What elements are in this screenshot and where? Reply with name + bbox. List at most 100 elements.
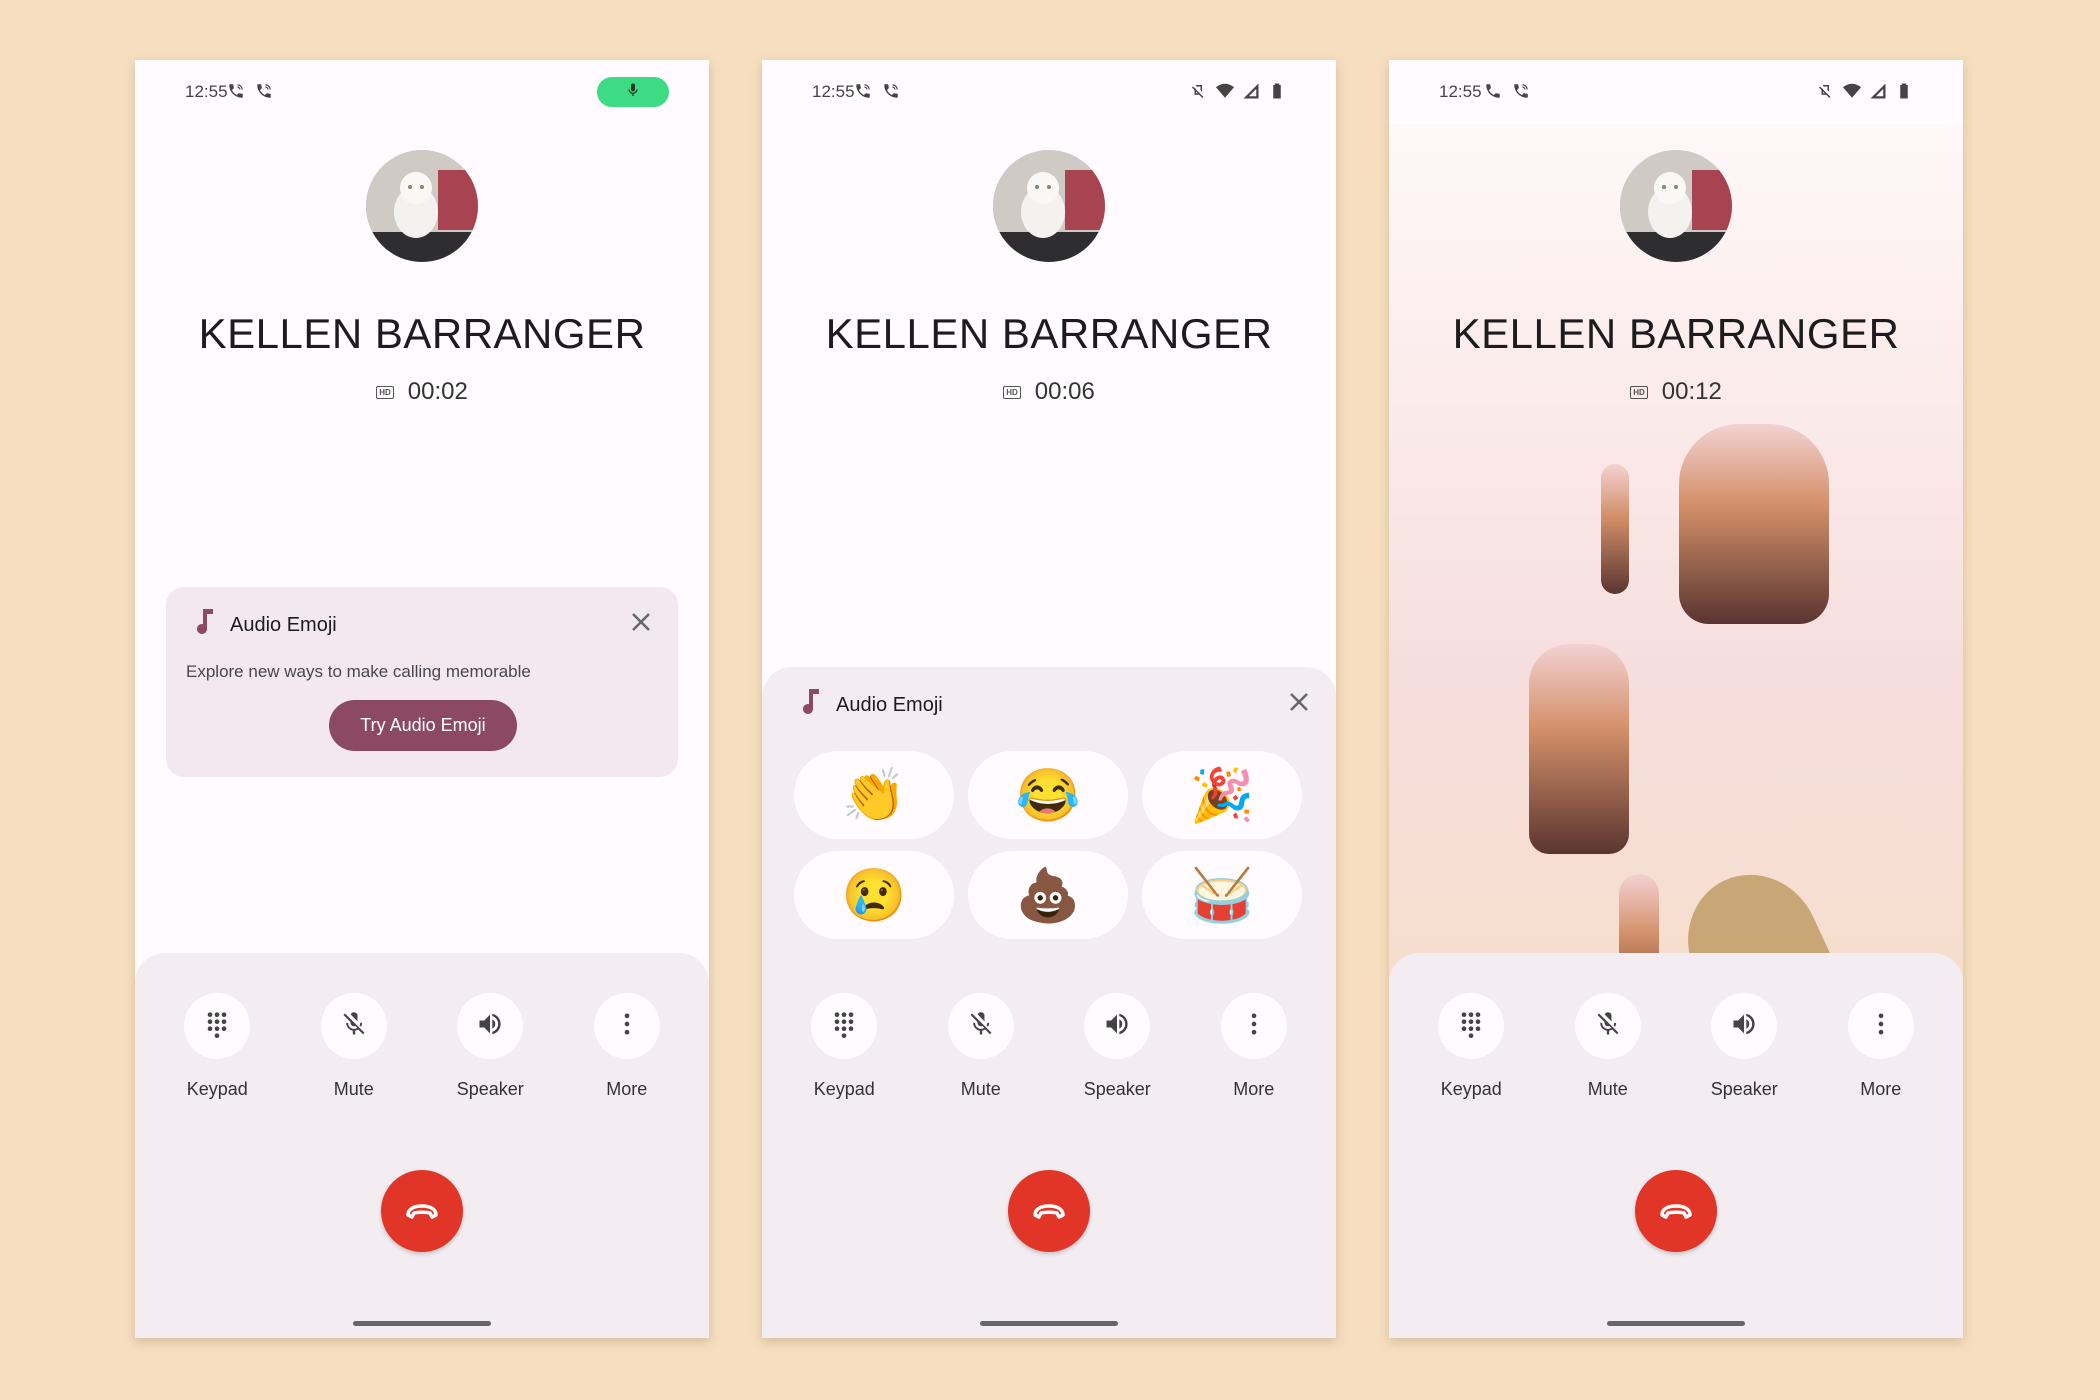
- call-screen-2: 12:55 KELLEN BARRANGER HD 00:06 Audio Em…: [762, 60, 1336, 1338]
- chocolate-drip: [1529, 644, 1629, 854]
- contact-avatar: [366, 150, 478, 262]
- speaker-icon: [1730, 1010, 1758, 1043]
- status-time: 12:55: [185, 82, 228, 101]
- contact-avatar: [993, 150, 1105, 262]
- wifi-call-icon: [227, 82, 245, 105]
- control-mute[interactable]: Mute: [1563, 993, 1653, 1100]
- more-button[interactable]: [1847, 993, 1914, 1059]
- dialpad-icon: [1457, 1010, 1485, 1043]
- control-label: Mute: [333, 1079, 374, 1099]
- close-button[interactable]: [628, 609, 654, 635]
- mic-in-use-indicator[interactable]: [597, 77, 669, 107]
- wifi-call-icon: [882, 82, 900, 105]
- status-bar: 12:55: [135, 60, 709, 124]
- wifi-call-icon: [1512, 82, 1530, 105]
- status-bar: 12:55: [762, 60, 1336, 124]
- end-call-icon: [406, 1204, 438, 1219]
- end-call-button[interactable]: [1635, 1170, 1717, 1252]
- mute-button[interactable]: [1574, 993, 1641, 1059]
- more-vert-icon: [1867, 1010, 1895, 1043]
- control-label: Keypad: [813, 1079, 875, 1099]
- more-button[interactable]: [1220, 993, 1287, 1059]
- control-keypad[interactable]: Keypad: [1426, 993, 1516, 1100]
- home-indicator[interactable]: [980, 1321, 1118, 1326]
- close-button[interactable]: [1286, 689, 1312, 715]
- signal-icon: [1242, 82, 1260, 105]
- control-label: Keypad: [1440, 1079, 1502, 1099]
- home-indicator[interactable]: [1607, 1321, 1745, 1326]
- call-controls: Keypad Mute Speaker More: [762, 993, 1336, 1100]
- control-speaker[interactable]: Speaker: [1072, 993, 1162, 1100]
- contact-name: KELLEN BARRANGER: [825, 310, 1273, 357]
- keypad-button[interactable]: [184, 993, 251, 1059]
- control-speaker[interactable]: Speaker: [1699, 993, 1789, 1100]
- control-label: More: [1233, 1079, 1275, 1099]
- call-timer: HD 00:02: [135, 378, 709, 406]
- control-keypad[interactable]: Keypad: [172, 993, 262, 1100]
- control-more[interactable]: More: [582, 993, 672, 1100]
- speaker-button[interactable]: [457, 993, 524, 1059]
- emoji-drum-button[interactable]: 🥁: [1142, 851, 1302, 939]
- mute-button[interactable]: [320, 993, 387, 1059]
- end-call-button[interactable]: [381, 1170, 463, 1252]
- contact-name: KELLEN BARRANGER: [198, 310, 646, 357]
- chocolate-drip: [1601, 464, 1629, 594]
- keypad-button[interactable]: [1438, 993, 1505, 1059]
- emoji-crying-face-button[interactable]: 😢: [794, 851, 954, 939]
- control-label: Speaker: [1710, 1079, 1778, 1099]
- call-screen-3: 12:55 KELLEN BARRANGER HD 00:12 Keypad M…: [1389, 60, 1963, 1338]
- control-label: Keypad: [186, 1079, 248, 1099]
- emoji-clapping-hands-button[interactable]: 👏: [794, 751, 954, 839]
- emoji-pile-of-poo-button[interactable]: 💩: [968, 851, 1128, 939]
- audio-emoji-picker: Audio Emoji 👏 😂 🎉 😢 💩 🥁: [762, 667, 1336, 987]
- chocolate-drip: [1679, 424, 1829, 624]
- call-duration: 00:06: [1034, 378, 1095, 405]
- battery-icon: [1895, 82, 1913, 105]
- mute-button[interactable]: [947, 993, 1014, 1059]
- control-label: Speaker: [1083, 1079, 1151, 1099]
- hd-icon: HD: [1630, 385, 1648, 399]
- more-vert-icon: [1240, 1010, 1268, 1043]
- control-more[interactable]: More: [1836, 993, 1926, 1100]
- more-button[interactable]: [593, 993, 660, 1059]
- battery-icon: [1268, 82, 1286, 105]
- call-controls: Keypad Mute Speaker More: [135, 993, 709, 1100]
- emoji-party-popper-button[interactable]: 🎉: [1142, 751, 1302, 839]
- close-icon: [632, 613, 650, 631]
- control-more[interactable]: More: [1209, 993, 1299, 1100]
- signal-icon: [1869, 82, 1887, 105]
- wifi-icon: [1843, 82, 1861, 105]
- home-indicator[interactable]: [353, 1321, 491, 1326]
- try-audio-emoji-button[interactable]: Try Audio Emoji: [329, 700, 517, 751]
- call-controls-sheet: Keypad Mute Speaker More: [762, 953, 1336, 1338]
- speaker-button[interactable]: [1711, 993, 1778, 1059]
- call-duration: 00:12: [1661, 378, 1722, 405]
- mic-off-icon: [967, 1010, 995, 1043]
- dialpad-icon: [203, 1010, 231, 1043]
- card-title: Audio Emoji: [230, 613, 337, 636]
- keypad-button[interactable]: [811, 993, 878, 1059]
- wifi-icon: [1216, 82, 1234, 105]
- control-mute[interactable]: Mute: [309, 993, 399, 1100]
- wifi-call-icon: [255, 82, 273, 105]
- call-timer: HD 00:06: [762, 378, 1336, 406]
- status-bar: 12:55: [1389, 60, 1963, 124]
- music-note-icon: [798, 689, 820, 721]
- audio-emoji-promo-card: Audio Emoji Explore new ways to make cal…: [166, 587, 678, 777]
- call-controls-sheet: Keypad Mute Speaker More: [1389, 953, 1963, 1338]
- control-label: More: [1860, 1079, 1902, 1099]
- end-call-button[interactable]: [1008, 1170, 1090, 1252]
- vibrate-off-icon: [1190, 82, 1208, 105]
- emoji-tears-of-joy-button[interactable]: 😂: [968, 751, 1128, 839]
- wifi-call-icon: [854, 82, 872, 105]
- control-mute[interactable]: Mute: [936, 993, 1026, 1100]
- speaker-button[interactable]: [1084, 993, 1151, 1059]
- control-label: More: [606, 1079, 648, 1099]
- control-speaker[interactable]: Speaker: [445, 993, 535, 1100]
- control-label: Mute: [1587, 1079, 1628, 1099]
- control-keypad[interactable]: Keypad: [799, 993, 889, 1100]
- mic-icon: [625, 82, 641, 103]
- status-time: 12:55: [812, 82, 855, 101]
- dialpad-icon: [830, 1010, 858, 1043]
- hd-icon: HD: [1003, 385, 1021, 399]
